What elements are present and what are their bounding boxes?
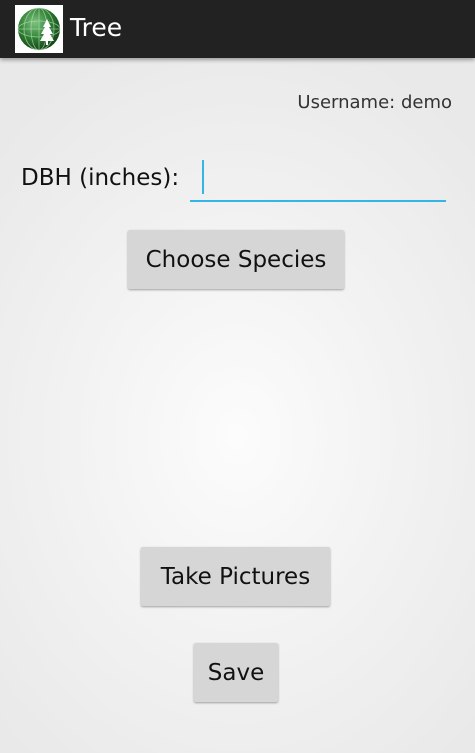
dbh-label: DBH (inches):	[21, 165, 180, 191]
action-bar: Tree	[0, 0, 475, 58]
dbh-input[interactable]	[190, 158, 446, 202]
text-cursor	[202, 160, 204, 194]
globe-tree-icon[interactable]	[15, 5, 63, 53]
app-title: Tree	[70, 13, 123, 42]
username-label: Username: demo	[297, 92, 452, 113]
choose-species-button[interactable]: Choose Species	[128, 230, 344, 289]
take-pictures-button[interactable]: Take Pictures	[141, 547, 330, 606]
save-button[interactable]: Save	[194, 643, 278, 702]
